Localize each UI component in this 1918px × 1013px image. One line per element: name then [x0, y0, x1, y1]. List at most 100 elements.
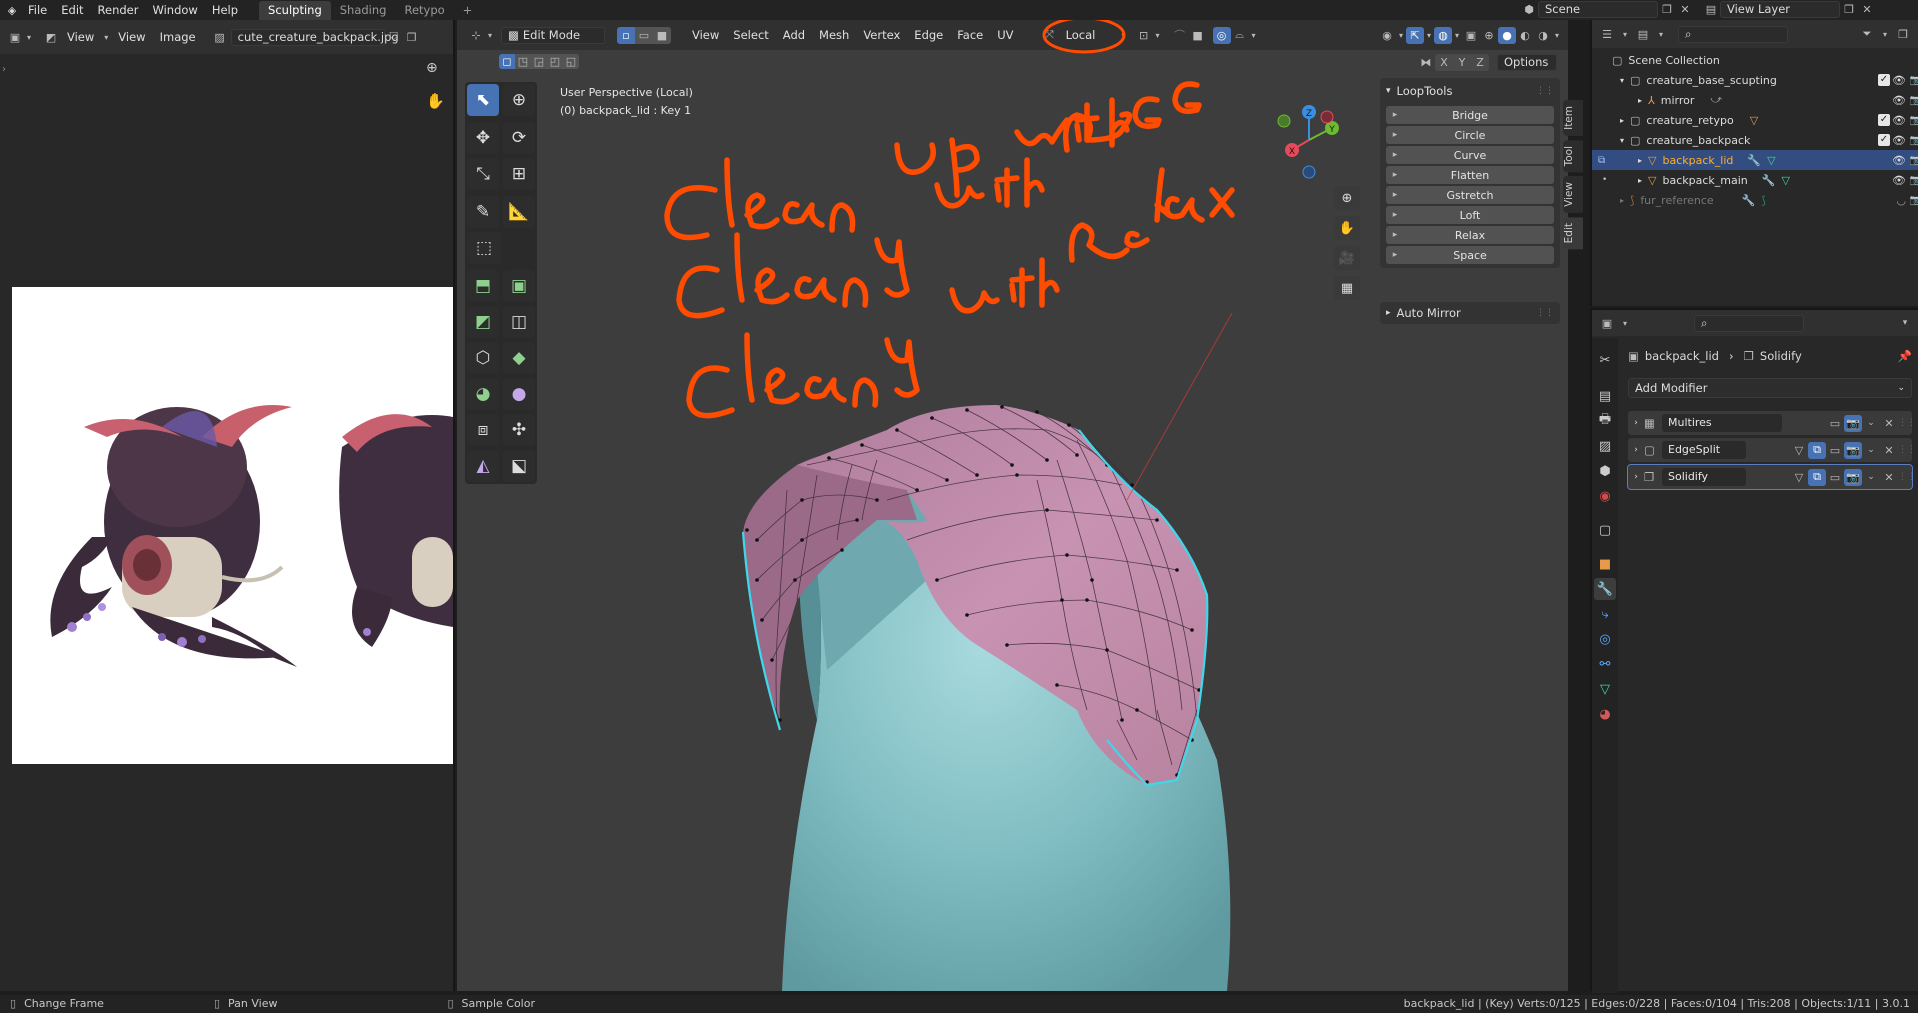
render-toggle-icon[interactable]: 📷 — [1844, 441, 1862, 459]
output-icon[interactable]: 🖶 — [1594, 410, 1616, 432]
menu-window[interactable]: Window — [145, 0, 204, 20]
eye-icon[interactable]: 👁 — [1892, 114, 1906, 127]
looptools-relax-button[interactable]: ▸ Relax — [1386, 226, 1554, 244]
new-scene-icon[interactable]: ❐ — [1658, 1, 1676, 18]
filter-icon[interactable]: ⏷ — [1858, 26, 1876, 43]
view-dropdown[interactable]: View — [60, 27, 101, 47]
chevron-down-icon[interactable]: ▾ — [101, 29, 111, 46]
camera-icon[interactable]: 📷 — [1910, 195, 1918, 206]
chevron-right-icon[interactable]: ▸ — [1638, 96, 1642, 105]
measure-tool-icon[interactable]: 📐 — [503, 196, 535, 228]
image-browse-icon[interactable]: ▨ — [211, 29, 229, 46]
constraints-icon[interactable]: ⚯ — [1594, 653, 1616, 675]
chevron-down-icon[interactable]: ▾ — [1656, 26, 1666, 43]
eye-closed-icon[interactable]: ◡ — [1896, 194, 1906, 207]
outliner-row-fur-reference[interactable]: ▸ ⟆ fur_reference 🔧 ⟆ ◡ 📷 — [1592, 190, 1918, 210]
grid-icon[interactable]: ▦ — [1334, 276, 1360, 300]
chevron-down-icon[interactable]: ▾ — [1620, 26, 1630, 43]
tab-shading[interactable]: Shading — [331, 1, 396, 20]
outliner-row-creature-retypo[interactable]: ▸ ▢ creature_retypo ▽ ✓ 👁 📷 — [1592, 110, 1918, 130]
edge-slide-tool-icon[interactable]: ⧈ — [467, 414, 499, 446]
eye-icon[interactable]: 👁 — [1892, 174, 1906, 187]
chevron-right-icon[interactable]: › — [1628, 445, 1644, 455]
scale-tool-icon[interactable]: ⤡ — [467, 158, 499, 190]
display-viewport-icon[interactable]: ▭ — [1826, 469, 1844, 486]
chevron-down-icon[interactable]: ▾ — [1620, 136, 1624, 145]
exclude-checkbox[interactable]: ✓ — [1878, 114, 1890, 126]
view-mode-icon[interactable]: ◩ — [42, 29, 60, 46]
camera-icon[interactable]: 📷 — [1910, 75, 1918, 86]
cursor-tool-icon[interactable]: ⊕ — [503, 84, 535, 116]
spin-tool-icon[interactable]: ◕ — [467, 378, 499, 410]
properties-search-input[interactable]: ⌕ — [1694, 314, 1804, 332]
new-collection-icon[interactable]: ❐ — [1894, 26, 1912, 43]
blender-logo-icon[interactable]: ◈ — [3, 2, 21, 19]
bevel-tool-icon[interactable]: ◩ — [467, 306, 499, 338]
add-modifier-dropdown[interactable]: Add Modifier ⌄ — [1628, 378, 1912, 398]
view-layer-selector[interactable]: View Layer — [1720, 1, 1840, 18]
chevron-down-icon[interactable]: ▾ — [1620, 76, 1624, 85]
camera-icon[interactable]: 🎥 — [1334, 246, 1360, 270]
material-icon[interactable]: ◕ — [1594, 703, 1616, 725]
tab-tool[interactable]: Tool — [1563, 139, 1583, 173]
eye-icon[interactable]: 👁 — [1892, 94, 1906, 107]
modifier-name-field[interactable]: Multires — [1662, 414, 1782, 432]
hand-icon[interactable]: ✋ — [426, 92, 446, 112]
display-viewport-icon[interactable]: ▭ — [1826, 442, 1844, 459]
tab-edit[interactable]: Edit — [1563, 217, 1583, 250]
chevron-right-icon[interactable]: › — [1628, 472, 1644, 482]
select-box-tool-icon[interactable]: ⬉ — [467, 84, 499, 116]
zoom-icon[interactable]: ⊕ — [426, 60, 446, 80]
eye-icon[interactable]: 👁 — [1892, 154, 1906, 167]
chevron-down-icon[interactable]: ▾ — [1386, 86, 1391, 96]
exclude-checkbox[interactable]: ✓ — [1878, 74, 1890, 86]
rotate-tool-icon[interactable]: ⟳ — [503, 122, 535, 154]
mesh-data-icon[interactable]: ▽ — [1594, 678, 1616, 700]
camera-icon[interactable]: 📷 — [1910, 175, 1918, 186]
edit-mode-toggle-icon[interactable]: ⧉ — [1808, 441, 1826, 459]
add-cube-tool-icon[interactable]: ⬚ — [467, 232, 501, 264]
menu-render[interactable]: Render — [91, 0, 146, 20]
navigation-gizmo[interactable]: Z Y X — [1277, 105, 1339, 179]
looptools-gstretch-button[interactable]: ▸ Gstretch — [1386, 186, 1554, 204]
outliner-row-backpack-lid[interactable]: ⧉ ▸ ▽ backpack_lid 🔧 ▽ 👁 📷 — [1592, 150, 1918, 170]
pin-icon[interactable]: 📌 — [1898, 349, 1912, 363]
menu-view[interactable]: View — [111, 27, 152, 47]
render-icon[interactable]: ▤ — [1594, 385, 1616, 407]
outliner-row-backpack-main[interactable]: • ▸ ▽ backpack_main 🔧 ▽ 👁 📷 — [1592, 170, 1918, 190]
looptools-flatten-button[interactable]: ▸ Flatten — [1386, 166, 1554, 184]
close-icon[interactable]: ✕ — [1880, 442, 1898, 459]
move-tool-icon[interactable]: ✥ — [467, 122, 499, 154]
particles-icon[interactable]: ⤷ — [1594, 603, 1616, 625]
collection-icon[interactable]: ▢ — [1594, 519, 1616, 541]
edit-mode-icon[interactable]: ⧉ — [1598, 155, 1605, 166]
display-mode-icon[interactable]: ▤ — [1634, 26, 1652, 43]
inset-tool-icon[interactable]: ▣ — [503, 270, 535, 302]
drag-handle-icon[interactable]: ⋮⋮ — [1536, 86, 1554, 96]
outliner-search-input[interactable]: ⌕ — [1678, 25, 1788, 43]
on-cage-icon[interactable]: ▽ — [1790, 442, 1808, 459]
chevron-down-icon[interactable]: ▾ — [1620, 315, 1630, 332]
smooth-tool-icon[interactable]: ● — [503, 378, 535, 410]
camera-icon[interactable]: 📷 — [1910, 155, 1918, 166]
chevron-down-icon[interactable]: ⌄ — [1862, 469, 1880, 486]
poly-build-tool-icon[interactable]: ◆ — [503, 342, 535, 374]
chevron-right-icon[interactable]: › — [2, 64, 6, 75]
hand-icon[interactable]: ✋ — [1334, 216, 1360, 240]
render-toggle-icon[interactable]: 📷 — [1844, 414, 1862, 432]
extrude-tool-icon[interactable]: ⬒ — [467, 270, 499, 302]
menu-image[interactable]: Image — [153, 27, 203, 47]
camera-icon[interactable]: 📷 — [1910, 95, 1918, 106]
menu-edit[interactable]: Edit — [54, 0, 90, 20]
menu-help[interactable]: Help — [205, 0, 245, 20]
world-icon[interactable]: ◉ — [1594, 485, 1616, 507]
on-cage-icon[interactable]: ▽ — [1790, 469, 1808, 486]
chevron-down-icon[interactable]: ▾ — [1880, 26, 1890, 43]
drag-handle-icon[interactable]: ⋮⋮ — [1898, 445, 1916, 455]
view-layer-icon[interactable]: ▨ — [1594, 435, 1616, 457]
editor-type-icon[interactable]: ▣ — [1598, 315, 1616, 332]
camera-icon[interactable]: 📷 — [1910, 115, 1918, 126]
tab-item[interactable]: Item — [1563, 100, 1583, 136]
tab-retypo[interactable]: Retypo — [395, 1, 453, 20]
looptools-loft-button[interactable]: ▸ Loft — [1386, 206, 1554, 224]
